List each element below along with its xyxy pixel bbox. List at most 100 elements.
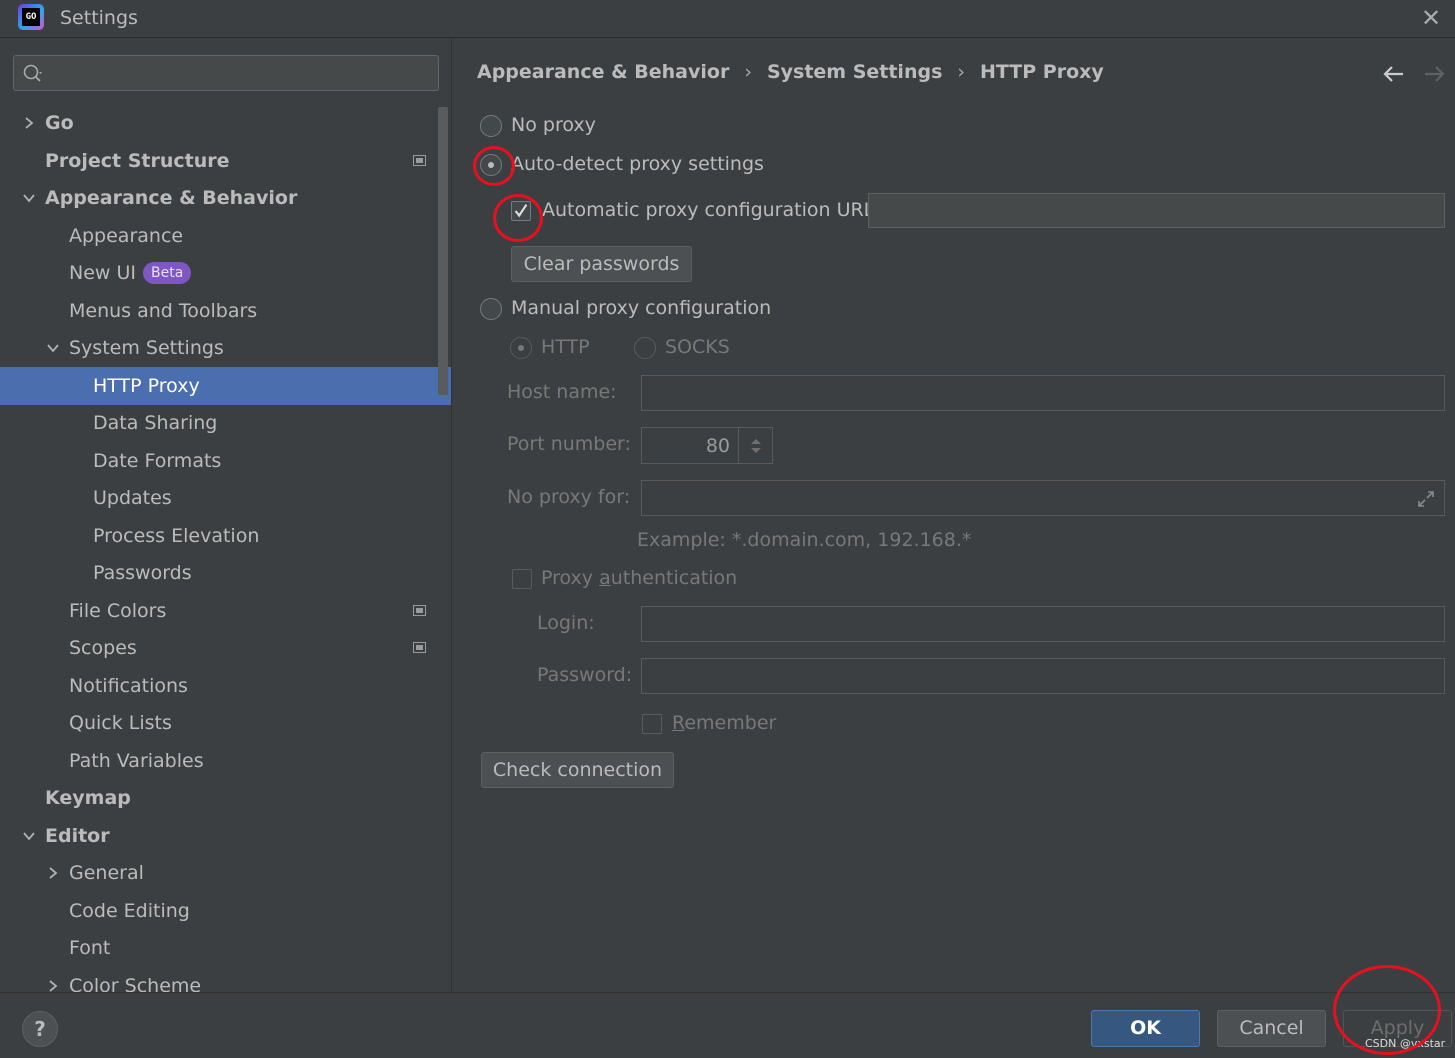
sidebar-item-label: Data Sharing [93, 412, 218, 434]
chevron-right-icon: › [957, 61, 965, 83]
ok-button[interactable]: OK [1091, 1010, 1200, 1047]
close-icon[interactable]: ✕ [1417, 4, 1445, 32]
help-button[interactable]: ? [22, 1011, 58, 1047]
chevron-right-icon[interactable] [46, 967, 60, 993]
socks-radio[interactable] [634, 337, 656, 359]
sidebar-item-updates[interactable]: Updates [0, 479, 451, 517]
sidebar-item-font[interactable]: Font [0, 929, 451, 967]
dialog-footer: ? OK Cancel Apply CSDN @vxstar [0, 965, 1455, 1058]
auto-config-url-label: Automatic proxy configuration URL: [542, 199, 881, 221]
project-level-icon [413, 604, 426, 616]
sidebar-item-label: Notifications [69, 674, 188, 697]
sidebar-item-label: Color Scheme [69, 974, 202, 993]
sidebar-item-appearance-behavior[interactable]: Appearance & Behavior [0, 179, 451, 217]
settings-sidebar: Go Project Structure Appearance & Behavior… [0, 39, 452, 992]
auto-config-url-checkbox[interactable] [511, 201, 531, 221]
cancel-button[interactable]: Cancel [1217, 1010, 1326, 1047]
host-name-label: Host name: [507, 381, 617, 403]
breadcrumb-item: HTTP Proxy [980, 61, 1104, 83]
sidebar-item-go[interactable]: Go [0, 104, 451, 142]
clear-passwords-button[interactable]: Clear passwords [511, 246, 692, 282]
sidebar-item-editor[interactable]: Editor [0, 817, 451, 855]
window-title: Settings [60, 7, 138, 29]
socks-label: SOCKS [665, 336, 730, 358]
sidebar-item-general[interactable]: General [0, 854, 451, 892]
sidebar-item-passwords[interactable]: Passwords [0, 554, 451, 592]
sidebar-item-color-scheme[interactable]: Color Scheme [0, 967, 451, 993]
host-name-input[interactable] [641, 375, 1445, 411]
sidebar-item-label: Font [69, 937, 111, 959]
sidebar-item-project-structure[interactable]: Project Structure [0, 142, 451, 180]
port-number-value: 80 [705, 435, 730, 457]
remember-label: Remember [672, 712, 776, 734]
remember-checkbox[interactable] [642, 714, 662, 734]
remember-mnemonic: R [672, 712, 685, 734]
sidebar-item-code-editing[interactable]: Code Editing [0, 892, 451, 930]
sidebar-item-label: Quick Lists [69, 712, 172, 734]
sidebar-item-path-variables[interactable]: Path Variables [0, 742, 451, 780]
sidebar-item-appearance[interactable]: Appearance [0, 217, 451, 255]
chevron-right-icon: › [744, 61, 752, 83]
no-proxy-for-label: No proxy for: [507, 486, 631, 508]
sidebar-scrollbar[interactable] [438, 107, 448, 395]
forward-arrow-icon[interactable] [1421, 61, 1447, 87]
watermark: CSDN @vxstar [1365, 1037, 1446, 1050]
sidebar-item-date-formats[interactable]: Date Formats [0, 442, 451, 480]
manual-proxy-label: Manual proxy configuration [511, 297, 772, 319]
sidebar-item-data-sharing[interactable]: Data Sharing [0, 404, 451, 442]
breadcrumb: Appearance & Behavior › System Settings › HT… [477, 61, 1104, 83]
auto-detect-label: Auto-detect proxy settings [511, 153, 764, 175]
login-label: Login: [537, 612, 595, 634]
password-input[interactable] [641, 658, 1445, 694]
chevron-down-icon[interactable] [22, 817, 36, 855]
check-connection-button[interactable]: Check connection [481, 752, 674, 788]
sidebar-item-label: Passwords [93, 562, 192, 584]
auto-detect-radio[interactable] [480, 154, 502, 176]
manual-proxy-radio[interactable] [480, 298, 502, 320]
http-radio[interactable] [510, 337, 532, 359]
sidebar-item-label: Process Elevation [93, 524, 260, 547]
expand-icon[interactable] [1416, 489, 1436, 509]
no-proxy-for-input[interactable] [641, 480, 1445, 516]
beta-badge: Beta [143, 262, 192, 284]
sidebar-item-label: File Colors [69, 599, 167, 622]
sidebar-item-label: System Settings [69, 337, 224, 359]
back-arrow-icon[interactable] [1381, 61, 1407, 87]
breadcrumb-item: System Settings [766, 61, 943, 83]
sidebar-item-system-settings[interactable]: System Settings [0, 329, 451, 367]
logo-text: GO [22, 8, 40, 26]
stepper-arrows-icon[interactable] [749, 436, 763, 456]
sidebar-item-keymap[interactable]: Keymap [0, 779, 451, 817]
port-number-stepper[interactable]: 80 [641, 427, 773, 464]
http-label: HTTP [541, 336, 590, 358]
sidebar-item-label: Updates [93, 487, 172, 509]
sidebar-item-scopes[interactable]: Scopes [0, 629, 451, 667]
sidebar-item-label: Project Structure [45, 149, 230, 172]
sidebar-item-quick-lists[interactable]: Quick Lists [0, 704, 451, 742]
chevron-down-icon[interactable] [22, 179, 36, 217]
sidebar-item-label: Path Variables [69, 749, 204, 772]
goland-logo-icon: GO [18, 4, 44, 30]
sidebar-item-label: Date Formats [93, 449, 222, 472]
http-proxy-panel: Appearance & Behavior › System Settings › HT… [453, 39, 1455, 992]
sidebar-item-file-colors[interactable]: File Colors [0, 592, 451, 630]
sidebar-item-label: Menus and Toolbars [69, 299, 258, 322]
password-label: Password: [537, 664, 633, 686]
port-number-label: Port number: [507, 433, 631, 455]
no-proxy-radio[interactable] [480, 115, 502, 137]
proxy-auth-label: Proxy authentication [541, 567, 737, 589]
sidebar-item-process-elevation[interactable]: Process Elevation [0, 517, 451, 555]
sidebar-item-new-ui[interactable]: New UI Beta [0, 254, 451, 292]
login-input[interactable] [641, 606, 1445, 642]
auto-config-url-input[interactable] [868, 193, 1445, 228]
proxy-auth-checkbox[interactable] [512, 569, 532, 589]
title-bar: GO Settings ✕ [0, 0, 1455, 38]
sidebar-item-http-proxy[interactable]: HTTP Proxy [0, 366, 451, 405]
chevron-down-icon[interactable] [46, 329, 60, 367]
sidebar-item-notifications[interactable]: Notifications [0, 667, 451, 705]
sidebar-item-menus-and-toolbars[interactable]: Menus and Toolbars [0, 292, 451, 330]
chevron-right-icon[interactable] [46, 854, 60, 892]
chevron-right-icon[interactable] [22, 104, 36, 142]
search-input[interactable] [13, 55, 439, 91]
project-level-icon [413, 154, 426, 166]
